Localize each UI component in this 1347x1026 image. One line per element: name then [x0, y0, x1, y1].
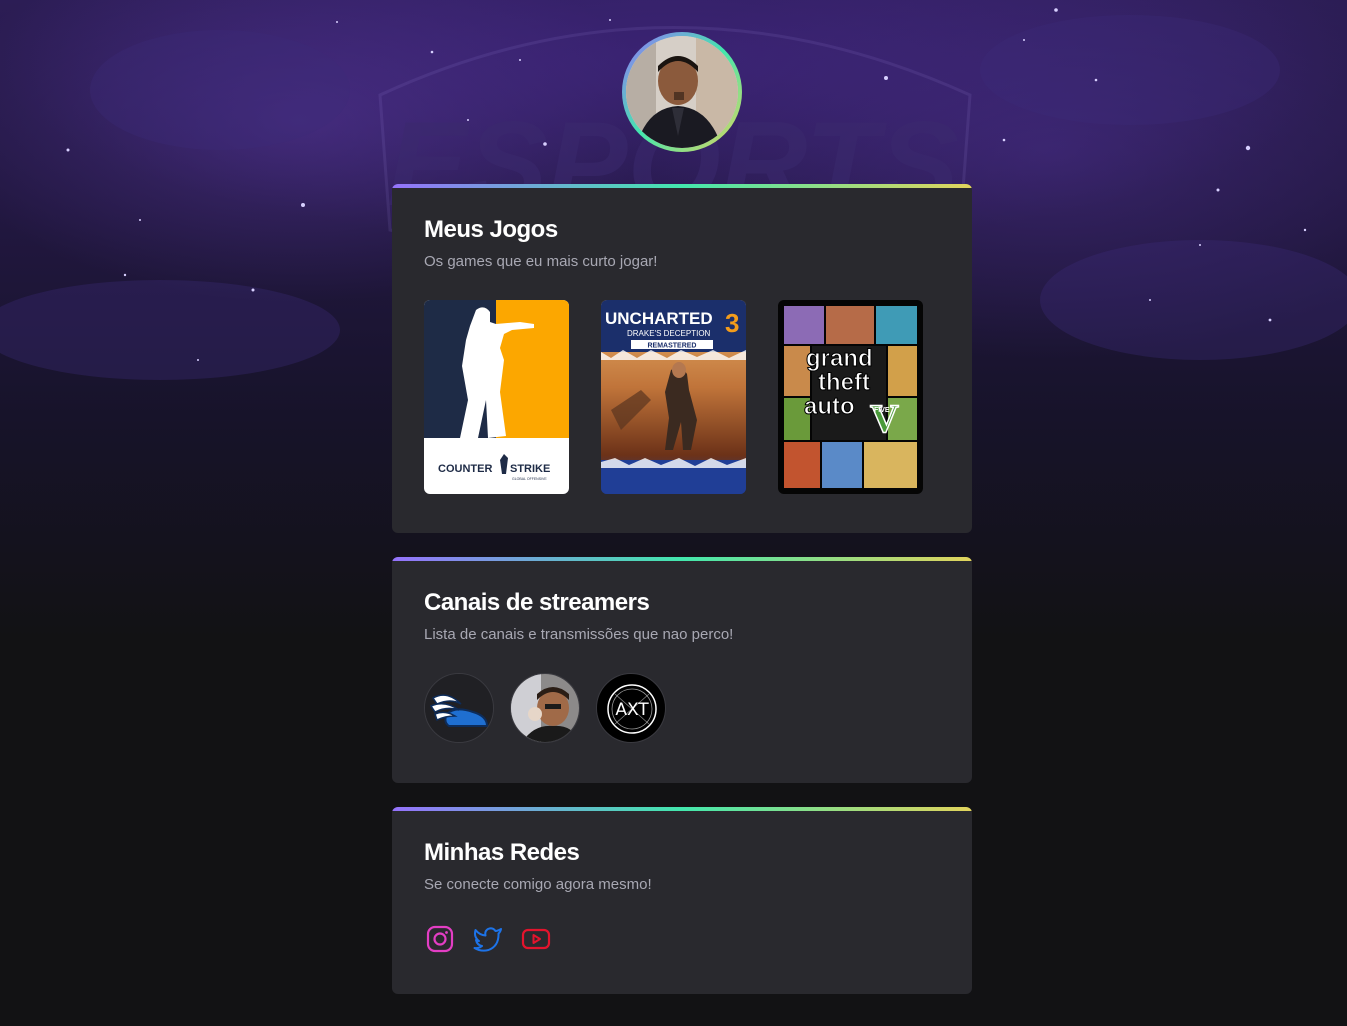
svg-text:V: V [870, 396, 899, 441]
svg-text:DRAKE'S DECEPTION: DRAKE'S DECEPTION [627, 329, 711, 338]
svg-text:theft: theft [818, 369, 870, 396]
svg-text:FIVE: FIVE [874, 407, 890, 414]
social-subtitle: Se conecte comigo agora mesmo! [424, 876, 652, 893]
games-card: Meus Jogos Os games que eu mais curto jo… [392, 184, 972, 533]
winged-shoe-icon [425, 674, 493, 742]
twitter-icon [473, 927, 502, 952]
instagram-icon [426, 925, 454, 953]
streamers-card: Canais de streamers Lista de canais e tr… [392, 557, 972, 783]
instagram-link[interactable] [424, 923, 456, 955]
avatar-photo [626, 36, 738, 148]
game-card-uncharted-3[interactable]: UNCHARTED 3 DRAKE'S DECEPTION REMASTERED [601, 300, 746, 494]
social-card: Minhas Redes Se conecte comigo agora mes… [392, 807, 972, 994]
game-card-gta-v[interactable]: grand theft auto V FIVE [778, 300, 923, 494]
social-title: Minhas Redes [424, 839, 580, 866]
svg-text:auto: auto [804, 393, 855, 420]
youtube-icon [521, 928, 551, 950]
streamer-avatar-face[interactable] [510, 673, 580, 743]
streamers-subtitle: Lista de canais e transmissões que nao p… [424, 626, 734, 643]
twitter-link[interactable] [472, 923, 504, 955]
svg-text:GLOBAL OFFENSIVE: GLOBAL OFFENSIVE [512, 477, 547, 481]
streamers-title: Canais de streamers [424, 589, 650, 616]
streamer-avatar-axt[interactable]: AXT [596, 673, 666, 743]
svg-text:REMASTERED: REMASTERED [647, 343, 696, 350]
svg-text:grand: grand [806, 345, 873, 372]
svg-text:3: 3 [725, 308, 739, 338]
svg-text:STRIKE: STRIKE [510, 463, 550, 475]
games-title: Meus Jogos [424, 216, 558, 243]
profile-avatar [622, 32, 742, 152]
svg-text:AXT: AXT [615, 700, 649, 720]
svg-text:COUNTER: COUNTER [438, 463, 492, 475]
streamer-avatar-wing-shoe[interactable] [424, 673, 494, 743]
games-subtitle: Os games que eu mais curto jogar! [424, 253, 658, 270]
svg-text:UNCHARTED: UNCHARTED [605, 309, 713, 328]
youtube-link[interactable] [520, 923, 552, 955]
game-card-csgo[interactable]: COUNTER STRIKE GLOBAL OFFENSIVE [424, 300, 569, 494]
person-photo [511, 674, 579, 742]
